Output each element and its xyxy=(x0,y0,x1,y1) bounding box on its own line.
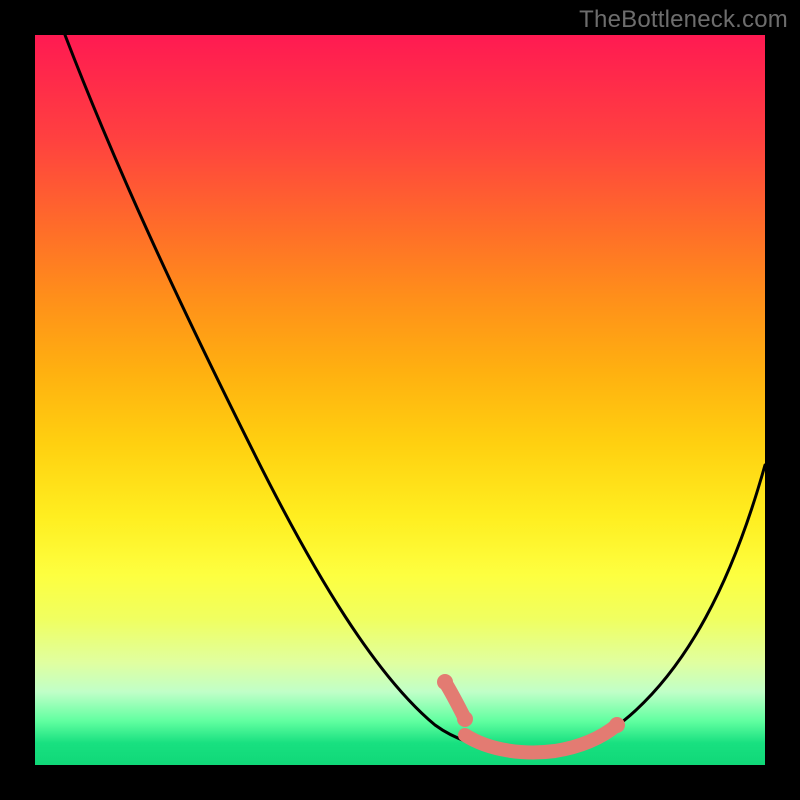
plot-area xyxy=(35,35,765,765)
chart-frame: TheBottleneck.com xyxy=(0,0,800,800)
bottleneck-curve xyxy=(65,35,765,751)
watermark-text: TheBottleneck.com xyxy=(579,6,788,34)
marker-endcaps xyxy=(437,674,625,733)
curve-layer xyxy=(35,35,765,765)
